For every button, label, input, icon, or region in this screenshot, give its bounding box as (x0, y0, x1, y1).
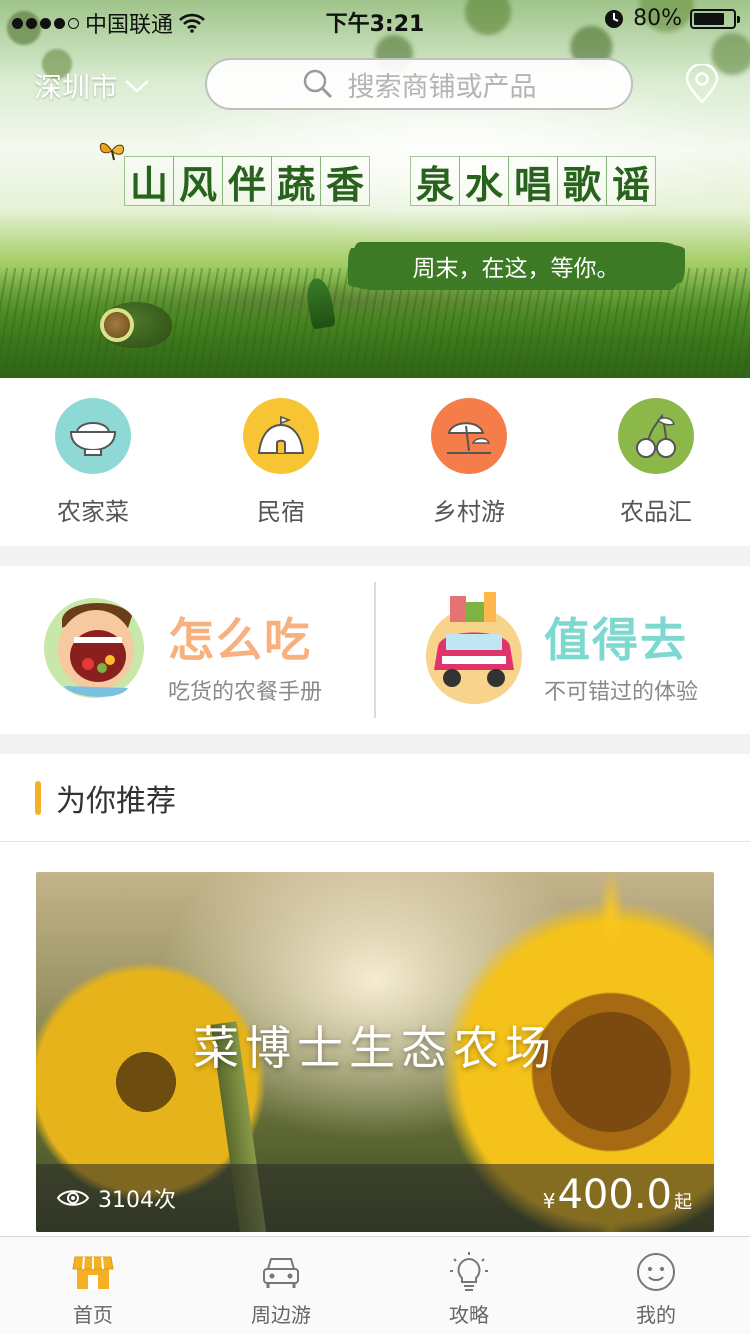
status-bar: 中国联通 下午3:21 80% (0, 0, 750, 40)
tab-label: 首页 (73, 1303, 113, 1327)
category-nongjiacai[interactable]: 农家菜 (33, 398, 153, 527)
alarm-icon (605, 9, 624, 28)
slogan-char: 歌 (557, 156, 607, 207)
view-count: 3104次 (98, 1188, 176, 1213)
city-selector[interactable]: 深圳市 (34, 66, 150, 106)
bottom-tab-bar: 首页 周边游 攻略 我的 (0, 1236, 750, 1334)
hero-banner[interactable]: 中国联通 下午3:21 80% 深圳市 搜索商铺或产品 山 风 伴 蔬 香 泉 … (0, 0, 750, 378)
tab-label: 攻略 (449, 1303, 489, 1327)
category-nongpinhui[interactable]: 农品汇 (596, 398, 716, 527)
chevron-down-icon (125, 80, 149, 93)
beach-umbrella-icon (431, 398, 507, 474)
cartoon-eater-icon (44, 598, 144, 698)
card-views: 3104次 (56, 1182, 176, 1214)
slogan-char: 香 (320, 156, 370, 207)
category-xiangcunyou[interactable]: 乡村游 (409, 398, 529, 527)
slogan-left: 山 风 伴 蔬 香 (124, 156, 370, 207)
category-grid: 农家菜 民宿 乡村游 农品汇 (0, 378, 750, 546)
shop-icon (72, 1256, 114, 1289)
slogan-char: 唱 (508, 156, 558, 207)
section-separator (0, 734, 750, 754)
lightbulb-icon (450, 1252, 488, 1291)
battery-icon (690, 8, 740, 29)
slogan-char: 水 (459, 156, 509, 207)
smiley-icon (637, 1253, 675, 1291)
section-accent-bar (35, 781, 41, 815)
slogan-char: 蔬 (271, 156, 321, 207)
search-input[interactable]: 搜索商铺或产品 (205, 58, 633, 110)
cherry-icon (618, 398, 694, 474)
slogan-right: 泉 水 唱 歌 谣 (410, 156, 656, 207)
card-footer: 3104次 ¥ 400.0 起 (36, 1164, 714, 1232)
section-title: 为你推荐 (56, 784, 176, 819)
promo-subtitle: 吃货的农餐手册 (168, 680, 323, 705)
search-icon (303, 69, 332, 99)
city-label: 深圳市 (34, 71, 119, 104)
slogan-char: 山 (124, 156, 174, 207)
slogan-char: 伴 (222, 156, 272, 207)
car-luggage-icon (426, 592, 522, 704)
category-label: 农家菜 (57, 498, 129, 526)
category-label: 农品汇 (620, 498, 692, 526)
promo-title: 怎么吃 (168, 613, 312, 667)
section-separator (0, 546, 750, 566)
tab-mine[interactable]: 我的 (596, 1251, 716, 1328)
tab-home[interactable]: 首页 (33, 1251, 153, 1328)
tab-guide[interactable]: 攻略 (409, 1251, 529, 1328)
promo-worth-going[interactable]: 值得去 不可错过的体验 (424, 588, 724, 712)
butterfly-icon (99, 142, 125, 161)
promo-divider (374, 582, 376, 718)
tab-nearby[interactable]: 周边游 (221, 1251, 341, 1328)
category-label: 民宿 (257, 498, 305, 526)
status-right: 80% (603, 6, 740, 31)
promo-subtitle: 不可错过的体验 (544, 680, 699, 705)
tab-label: 周边游 (251, 1303, 311, 1327)
tab-label: 我的 (636, 1303, 676, 1327)
category-label: 乡村游 (433, 498, 505, 526)
price-value: 400.0 (557, 1172, 672, 1218)
eye-icon (56, 1190, 90, 1206)
battery-percent: 80% (633, 6, 682, 31)
card-price: ¥ 400.0 起 (543, 1172, 692, 1218)
slogan-char: 谣 (606, 156, 656, 207)
location-pin-icon[interactable] (684, 64, 720, 104)
price-currency: ¥ (542, 1189, 556, 1213)
slogan-char: 泉 (410, 156, 460, 207)
promo-title: 值得去 (544, 613, 688, 667)
rice-bowl-icon (55, 398, 131, 474)
card-title: 菜博士生态农场 (193, 1021, 557, 1075)
recommend-card[interactable]: 菜博士生态农场 3104次 ¥ 400.0 起 (36, 872, 714, 1232)
search-placeholder: 搜索商铺或产品 (347, 71, 537, 103)
price-suffix: 起 (674, 1192, 692, 1213)
banner-tagline: 周末，在这，等你。 (352, 242, 680, 290)
tent-icon (243, 398, 319, 474)
slogan-char: 风 (173, 156, 223, 207)
category-minsu[interactable]: 民宿 (221, 398, 341, 527)
recommend-header: 为你推荐 (0, 754, 750, 842)
promo-row: 怎么吃 吃货的农餐手册 值得去 不可错过的体验 (0, 566, 750, 734)
avocado-decoration (100, 302, 172, 348)
car-icon (263, 1258, 299, 1288)
promo-how-to-eat[interactable]: 怎么吃 吃货的农餐手册 (40, 588, 400, 712)
